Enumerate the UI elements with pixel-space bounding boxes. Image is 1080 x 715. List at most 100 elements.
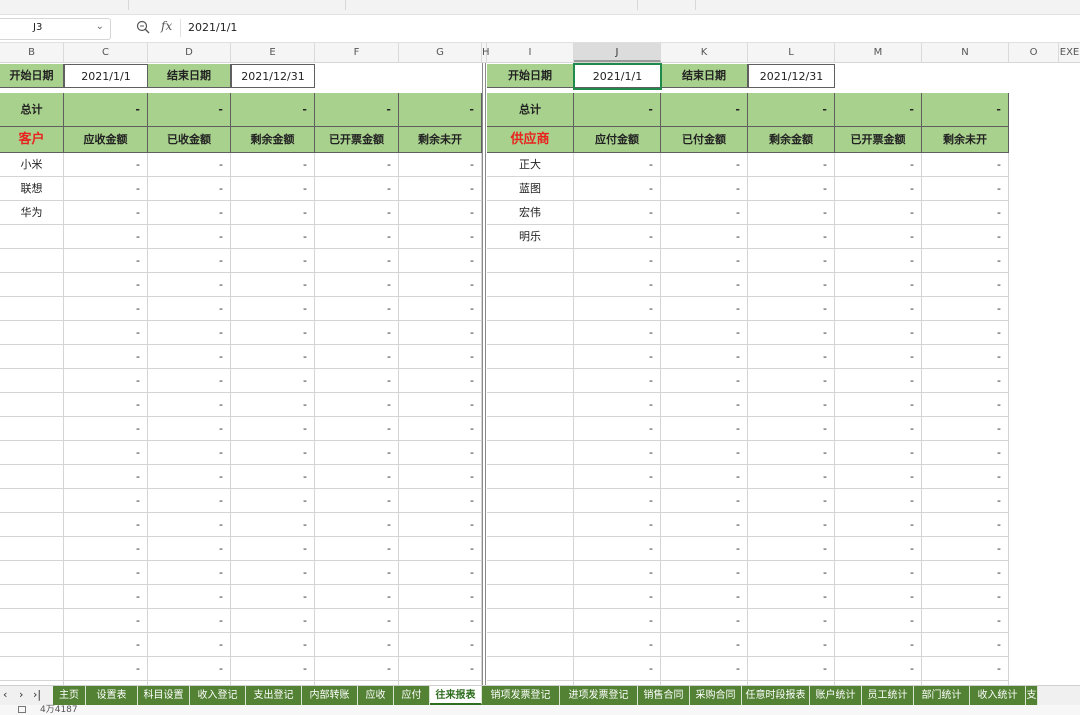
right_table-name-cell[interactable] xyxy=(487,345,574,369)
right_table-value-cell[interactable]: - xyxy=(835,585,922,609)
left_table-name-cell[interactable] xyxy=(0,633,64,657)
left_table-value-cell[interactable]: - xyxy=(64,201,148,225)
left_table-name-cell[interactable]: 联想 xyxy=(0,177,64,201)
right_table-name-cell[interactable]: 明乐 xyxy=(487,225,574,249)
left_table-name-cell[interactable] xyxy=(0,441,64,465)
column-header-C[interactable]: C xyxy=(64,43,148,62)
left_table-value-cell[interactable]: - xyxy=(64,489,148,513)
right_table-value-cell[interactable]: - xyxy=(748,609,835,633)
right_table-value-cell[interactable]: - xyxy=(661,561,748,585)
right_table-value-cell[interactable]: - xyxy=(574,249,661,273)
left_table-value-cell[interactable]: - xyxy=(315,417,399,441)
right_table-value-cell[interactable]: - xyxy=(574,513,661,537)
right_table-value-cell[interactable]: - xyxy=(661,465,748,489)
right_table-value-cell[interactable]: - xyxy=(661,321,748,345)
right_table-name-cell[interactable] xyxy=(487,465,574,489)
left_table-value-cell[interactable]: - xyxy=(315,225,399,249)
right_table-name-cell[interactable] xyxy=(487,273,574,297)
right_table-name-cell[interactable] xyxy=(487,609,574,633)
sheet-tab[interactable]: 支 xyxy=(1026,686,1038,705)
left_table-name-cell[interactable] xyxy=(0,321,64,345)
right_table-value-cell[interactable]: - xyxy=(922,225,1009,249)
right_table-value-cell[interactable]: - xyxy=(835,201,922,225)
left_table-value-cell[interactable]: - xyxy=(148,297,231,321)
left_table-value-cell[interactable]: - xyxy=(64,273,148,297)
left_table-value-cell[interactable]: - xyxy=(231,369,315,393)
sheet-tab[interactable]: 科目设置 xyxy=(138,686,190,705)
left_table-value-cell[interactable]: - xyxy=(64,465,148,489)
right_table-value-cell[interactable]: - xyxy=(661,417,748,441)
right_table-value-cell[interactable]: - xyxy=(574,633,661,657)
left_table-value-cell[interactable]: - xyxy=(148,345,231,369)
left_table-name-cell[interactable] xyxy=(0,249,64,273)
right_table-value-cell[interactable]: - xyxy=(574,297,661,321)
right_table-total-value[interactable]: - xyxy=(661,93,748,127)
left_table-name-cell[interactable] xyxy=(0,657,64,681)
left_table-name-cell[interactable]: 华为 xyxy=(0,201,64,225)
right_table-value-cell[interactable]: - xyxy=(922,153,1009,177)
left_table-total-value[interactable]: - xyxy=(148,93,231,127)
right_table-value-cell[interactable]: - xyxy=(574,225,661,249)
left_table-value-cell[interactable]: - xyxy=(231,585,315,609)
left_table-end-date[interactable]: 2021/12/31 xyxy=(231,64,315,88)
right_table-value-cell[interactable]: - xyxy=(574,393,661,417)
zoom-icon[interactable] xyxy=(136,20,150,34)
right_table-value-cell[interactable]: - xyxy=(835,489,922,513)
left_table-value-cell[interactable]: - xyxy=(231,273,315,297)
right_table-value-cell[interactable]: - xyxy=(661,177,748,201)
left_table-value-cell[interactable]: - xyxy=(148,633,231,657)
left_table-value-cell[interactable]: - xyxy=(231,657,315,681)
left_table-value-cell[interactable]: - xyxy=(315,609,399,633)
left_table-value-cell[interactable]: - xyxy=(231,345,315,369)
left_table-value-cell[interactable]: - xyxy=(315,441,399,465)
right_table-value-cell[interactable]: - xyxy=(922,369,1009,393)
left_table-value-cell[interactable]: - xyxy=(315,345,399,369)
right_table-value-cell[interactable]: - xyxy=(748,441,835,465)
left_table-value-cell[interactable]: - xyxy=(64,513,148,537)
right_table-value-cell[interactable]: - xyxy=(574,585,661,609)
right_table-value-cell[interactable]: - xyxy=(922,297,1009,321)
left_table-value-cell[interactable]: - xyxy=(148,201,231,225)
right_table-value-cell[interactable]: - xyxy=(748,201,835,225)
left_table-value-cell[interactable]: - xyxy=(399,633,482,657)
left_table-value-cell[interactable]: - xyxy=(231,489,315,513)
right_table-value-cell[interactable]: - xyxy=(835,513,922,537)
right_table-value-cell[interactable]: - xyxy=(922,585,1009,609)
left_table-value-cell[interactable]: - xyxy=(148,657,231,681)
left_table-value-cell[interactable]: - xyxy=(64,249,148,273)
right_table-value-cell[interactable]: - xyxy=(835,273,922,297)
sheet-tab[interactable]: 采购合同 xyxy=(690,686,742,705)
right_table-value-cell[interactable]: - xyxy=(835,321,922,345)
right_table-value-cell[interactable]: - xyxy=(661,609,748,633)
right_table-value-cell[interactable]: - xyxy=(748,513,835,537)
right_table-value-cell[interactable]: - xyxy=(661,249,748,273)
right_table-value-cell[interactable]: - xyxy=(835,297,922,321)
right_table-value-cell[interactable]: - xyxy=(922,417,1009,441)
left_table-value-cell[interactable]: - xyxy=(64,393,148,417)
sheet-tab[interactable]: 任意时段报表 xyxy=(742,686,810,705)
left_table-value-cell[interactable]: - xyxy=(315,297,399,321)
left_table-value-cell[interactable]: - xyxy=(315,201,399,225)
left_table-value-cell[interactable]: - xyxy=(148,513,231,537)
right_table-value-cell[interactable]: - xyxy=(661,657,748,681)
left_table-value-cell[interactable]: - xyxy=(399,585,482,609)
right_table-value-cell[interactable]: - xyxy=(661,585,748,609)
left_table-value-cell[interactable]: - xyxy=(399,489,482,513)
right_table-value-cell[interactable]: - xyxy=(574,345,661,369)
left_table-value-cell[interactable]: - xyxy=(399,369,482,393)
column-header-K[interactable]: K xyxy=(661,43,748,62)
column-header-F[interactable]: F xyxy=(315,43,399,62)
sheet-grid[interactable]: 开始日期 2021/1/1 结束日期 2021/12/31 总计 - - - - - 客户 应收金额已… xyxy=(0,63,1080,685)
right_table-name-cell[interactable]: 蓝图 xyxy=(487,177,574,201)
column-header-EXE[interactable]: EXE xyxy=(1059,43,1080,62)
left_table-value-cell[interactable]: - xyxy=(231,513,315,537)
left_table-value-cell[interactable]: - xyxy=(231,321,315,345)
column-header-D[interactable]: D xyxy=(148,43,231,62)
right_table-value-cell[interactable]: - xyxy=(661,153,748,177)
left_table-value-cell[interactable]: - xyxy=(231,561,315,585)
right_table-value-cell[interactable]: - xyxy=(922,513,1009,537)
right_table-value-cell[interactable]: - xyxy=(661,633,748,657)
sheet-tab[interactable]: 销项发票登记 xyxy=(482,686,560,705)
right_table-value-cell[interactable]: - xyxy=(922,633,1009,657)
right_table-value-cell[interactable]: - xyxy=(748,537,835,561)
